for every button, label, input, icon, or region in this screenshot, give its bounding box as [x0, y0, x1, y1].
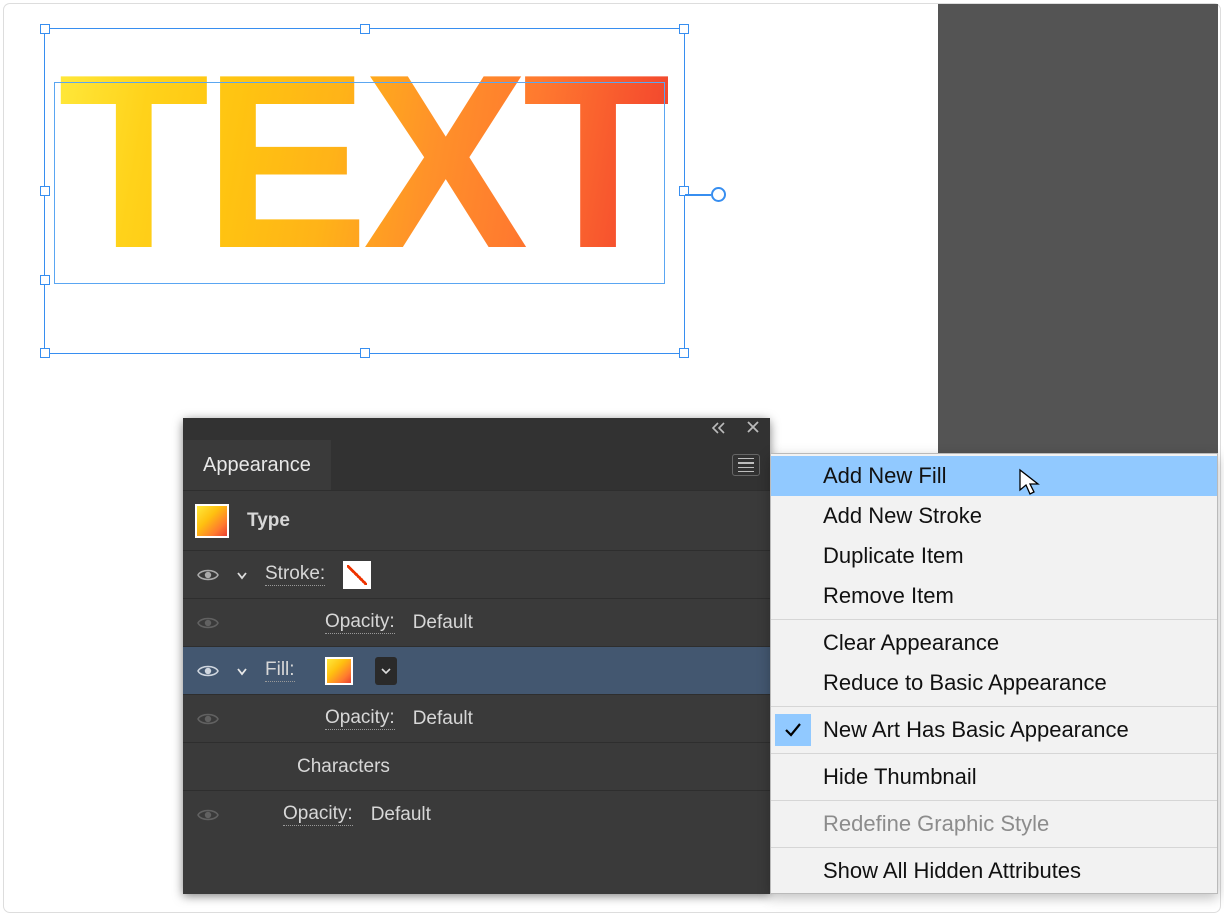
- expand-stroke-icon[interactable]: [235, 568, 253, 582]
- panel-topbar: [183, 418, 770, 440]
- handle-top-middle[interactable]: [360, 24, 370, 34]
- collapse-panel-icon[interactable]: [710, 418, 728, 440]
- menu-hide-thumbnail[interactable]: Hide Thumbnail: [771, 757, 1217, 797]
- visibility-toggle-object-opacity[interactable]: [195, 807, 221, 823]
- stroke-opacity-label[interactable]: Opacity:: [325, 611, 395, 634]
- handle-top-right[interactable]: [679, 24, 689, 34]
- fill-opacity-label[interactable]: Opacity:: [325, 707, 395, 730]
- stroke-label[interactable]: Stroke:: [265, 563, 325, 586]
- visibility-toggle-stroke-opacity[interactable]: [195, 615, 221, 631]
- panel-menu-button[interactable]: [732, 454, 760, 476]
- handle-bottom-left[interactable]: [40, 348, 50, 358]
- menu-duplicate-item[interactable]: Duplicate Item: [771, 536, 1217, 576]
- appearance-panel: Appearance Type Stroke: Opacity: Default: [183, 418, 770, 894]
- appearance-panel-menu: Add New Fill Add New Stroke Duplicate It…: [770, 453, 1218, 894]
- type-label: Type: [247, 510, 290, 532]
- object-opacity-label[interactable]: Opacity:: [283, 803, 353, 826]
- fill-opacity-value: Default: [413, 708, 473, 730]
- characters-row[interactable]: Characters: [183, 742, 770, 790]
- appearance-stroke-row[interactable]: Stroke:: [183, 550, 770, 598]
- stroke-opacity-row[interactable]: Opacity: Default: [183, 598, 770, 646]
- menu-reduce-basic[interactable]: Reduce to Basic Appearance: [771, 663, 1217, 703]
- menu-separator: [771, 706, 1217, 707]
- close-panel-icon[interactable]: [746, 418, 760, 440]
- menu-add-new-stroke[interactable]: Add New Stroke: [771, 496, 1217, 536]
- menu-separator: [771, 619, 1217, 620]
- visibility-toggle-fill[interactable]: [195, 663, 221, 679]
- type-thumbnail-swatch: [195, 504, 229, 538]
- expand-fill-icon[interactable]: [235, 664, 253, 678]
- text-out-port-line: [685, 194, 711, 196]
- object-opacity-row[interactable]: Opacity: Default: [183, 790, 770, 838]
- fill-swatch-dropdown[interactable]: [375, 657, 397, 685]
- characters-label: Characters: [297, 756, 390, 778]
- handle-top-left[interactable]: [40, 24, 50, 34]
- menu-separator: [771, 800, 1217, 801]
- menu-separator: [771, 753, 1217, 754]
- handle-bottom-middle[interactable]: [360, 348, 370, 358]
- check-icon: [775, 714, 811, 746]
- handle-baseline-left[interactable]: [40, 275, 50, 285]
- menu-redefine-graphic-style: Redefine Graphic Style: [771, 804, 1217, 844]
- text-out-port[interactable]: [711, 187, 726, 202]
- panel-tab-row: Appearance: [183, 440, 770, 490]
- menu-show-hidden-attributes[interactable]: Show All Hidden Attributes: [771, 851, 1217, 891]
- fill-label[interactable]: Fill:: [265, 659, 295, 682]
- menu-add-new-fill[interactable]: Add New Fill: [771, 456, 1217, 496]
- handle-middle-left[interactable]: [40, 186, 50, 196]
- visibility-toggle-fill-opacity[interactable]: [195, 711, 221, 727]
- menu-clear-appearance[interactable]: Clear Appearance: [771, 623, 1217, 663]
- menu-separator: [771, 847, 1217, 848]
- handle-bottom-right[interactable]: [679, 348, 689, 358]
- menu-new-art-basic[interactable]: New Art Has Basic Appearance: [771, 710, 1217, 750]
- appearance-fill-row[interactable]: Fill:: [183, 646, 770, 694]
- stroke-swatch-none[interactable]: [343, 561, 371, 589]
- visibility-toggle-stroke[interactable]: [195, 567, 221, 583]
- appearance-type-row[interactable]: Type: [183, 490, 770, 550]
- selection-bounding-box[interactable]: [44, 28, 685, 354]
- fill-swatch-gradient[interactable]: [325, 657, 353, 685]
- stroke-opacity-value: Default: [413, 612, 473, 634]
- tab-appearance[interactable]: Appearance: [183, 440, 331, 490]
- menu-remove-item[interactable]: Remove Item: [771, 576, 1217, 616]
- object-opacity-value: Default: [371, 804, 431, 826]
- fill-opacity-row[interactable]: Opacity: Default: [183, 694, 770, 742]
